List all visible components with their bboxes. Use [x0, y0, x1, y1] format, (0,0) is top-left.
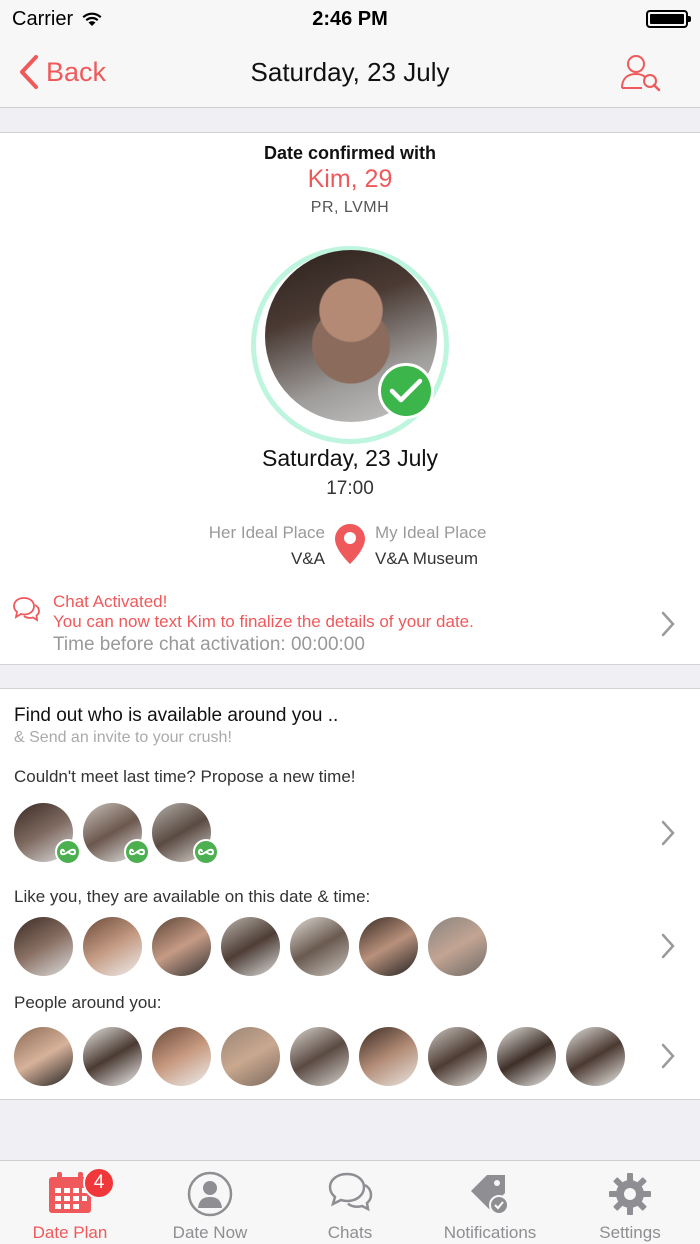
tag-check-icon	[471, 1175, 509, 1215]
her-place-label: Her Ideal Place	[208, 523, 325, 542]
match-name: Kim, 29	[307, 165, 393, 193]
tab-chats[interactable]: Chats	[280, 1161, 420, 1244]
avatar[interactable]	[14, 803, 81, 865]
avatar[interactable]	[14, 917, 73, 976]
date-line: Saturday, 23 July	[261, 445, 438, 471]
chevron-right-icon[interactable]	[660, 1042, 676, 1070]
chat-bubbles-icon	[13, 597, 40, 622]
avatar[interactable]	[221, 917, 280, 976]
chevron-right-icon	[661, 611, 675, 637]
avatar[interactable]	[152, 803, 219, 865]
tab-notifications[interactable]: Notifications	[420, 1161, 560, 1244]
tab-bar: 4 Date Plan Date Now Chats Notifications	[0, 1160, 700, 1244]
avatar[interactable]	[428, 1027, 487, 1086]
tab-label: Date Now	[172, 1223, 248, 1242]
status-time: 2:46 PM	[312, 7, 388, 30]
back-label: Back	[46, 56, 107, 87]
my-place-value: V&A Museum	[375, 549, 478, 568]
person-icon	[187, 1171, 233, 1217]
chat-bubbles-icon	[328, 1172, 373, 1212]
search-profile-button[interactable]	[620, 52, 662, 97]
status-bar: Carrier 2:46 PM	[0, 0, 700, 38]
tab-label: Notifications	[443, 1223, 537, 1242]
around-row[interactable]	[14, 1027, 686, 1087]
her-place-value: V&A	[290, 549, 325, 568]
avatar[interactable]	[290, 1027, 349, 1086]
tab-label: Settings	[599, 1223, 661, 1242]
available-row[interactable]	[14, 917, 686, 977]
chat-activated-title: Chat Activated!	[53, 592, 168, 611]
propose-label: Couldn't meet last time? Propose a new t…	[14, 767, 356, 786]
infinity-icon	[55, 839, 81, 865]
confirmed-heading: Date confirmed with	[263, 143, 437, 163]
chevron-right-icon[interactable]	[660, 819, 676, 847]
avatar[interactable]	[566, 1027, 625, 1086]
match-job: PR, LVMH	[310, 199, 390, 216]
around-label: People around you:	[14, 993, 162, 1012]
her-ideal-place: Her Ideal Place V&A	[209, 523, 325, 569]
propose-row[interactable]	[14, 803, 686, 865]
notification-badge: 4	[83, 1167, 115, 1199]
map-pin-icon[interactable]	[334, 523, 366, 570]
chat-timer: Time before chat activation: 00:00:00	[53, 634, 365, 655]
tab-date-now[interactable]: Date Now	[140, 1161, 280, 1244]
carrier-label: Carrier	[12, 7, 74, 30]
tab-label: Date Plan	[32, 1223, 108, 1242]
discover-subtitle: & Send an invite to your crush!	[14, 729, 232, 746]
avatar[interactable]	[359, 1027, 418, 1086]
avatar[interactable]	[428, 917, 487, 976]
avatar[interactable]	[14, 1027, 73, 1086]
avatar[interactable]	[359, 917, 418, 976]
avatar[interactable]	[221, 1027, 280, 1086]
date-confirmation-card: Date confirmed with Kim, 29 PR, LVMH Sat…	[0, 132, 700, 665]
status-left: Carrier	[12, 8, 103, 31]
avatar[interactable]	[83, 803, 150, 865]
avatar[interactable]	[290, 917, 349, 976]
chat-text: Chat Activated! You can now text Kim to …	[53, 592, 474, 656]
chevron-right-icon[interactable]	[660, 932, 676, 960]
user-search-icon	[621, 55, 661, 92]
chat-activated-row[interactable]: Chat Activated! You can now text Kim to …	[0, 588, 700, 658]
chat-activated-message: You can now text Kim to finalize the det…	[53, 612, 474, 631]
discover-title: Find out who is available around you ..	[14, 705, 339, 726]
my-place-label: My Ideal Place	[375, 523, 487, 542]
discover-card: Find out who is available around you .. …	[0, 688, 700, 1100]
nav-bar: Back Saturday, 23 July	[0, 38, 700, 108]
battery-icon	[646, 10, 691, 28]
avatar[interactable]	[497, 1027, 556, 1086]
chevron-left-icon	[20, 55, 38, 89]
confirmed-check-icon	[378, 363, 434, 419]
time-line: 17:00	[326, 478, 374, 499]
infinity-icon	[193, 839, 219, 865]
avatar[interactable]	[83, 917, 142, 976]
tab-settings[interactable]: Settings	[560, 1161, 700, 1244]
my-ideal-place: My Ideal Place V&A Museum	[375, 523, 487, 569]
wifi-icon	[82, 12, 102, 26]
tab-date-plan[interactable]: 4 Date Plan	[0, 1161, 140, 1244]
avatar[interactable]	[83, 1027, 142, 1086]
tab-label: Chats	[327, 1223, 373, 1242]
gear-icon	[609, 1173, 651, 1215]
page-title: Saturday, 23 July	[250, 57, 450, 87]
infinity-icon	[124, 839, 150, 865]
available-label: Like you, they are available on this dat…	[14, 887, 371, 906]
avatar[interactable]	[152, 1027, 211, 1086]
back-button[interactable]: Back	[18, 54, 106, 90]
avatar[interactable]	[152, 917, 211, 976]
